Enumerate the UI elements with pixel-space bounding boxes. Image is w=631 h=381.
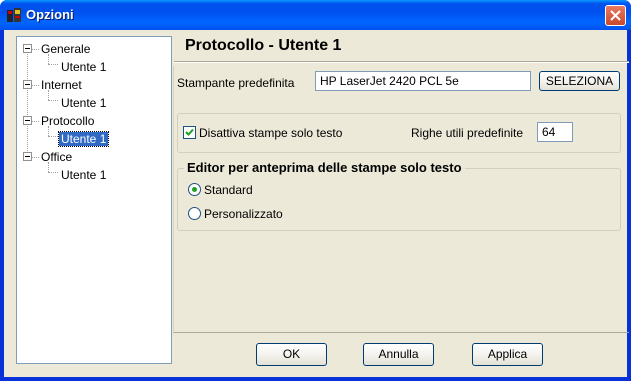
tree-item-label: Utente 1	[61, 60, 107, 74]
tree-item-label: Generale	[41, 42, 91, 56]
tree-item-label: Utente 1	[61, 96, 107, 110]
tree-connector	[48, 136, 58, 137]
tree-connector	[31, 49, 39, 50]
cancel-button[interactable]: Annulla	[363, 343, 434, 366]
checkmark-icon	[185, 128, 194, 136]
collapse-icon[interactable]	[23, 44, 32, 53]
disable-text-print-label[interactable]: Disattiva stampe solo testo	[199, 126, 342, 140]
collapse-icon[interactable]	[23, 80, 32, 89]
title-bar[interactable]: Opzioni	[0, 0, 631, 30]
tree-connector	[48, 64, 58, 65]
radio-personalizzato-label[interactable]: Personalizzato	[204, 207, 283, 221]
tree-item-label: Office	[41, 150, 73, 164]
tree-item-office-utente[interactable]: Utente 1	[59, 167, 108, 183]
tree-connector	[31, 85, 39, 86]
app-icon	[7, 8, 21, 22]
editor-group-title: Editor per anteprima delle stampe solo t…	[184, 160, 465, 175]
apply-button[interactable]: Applica	[472, 343, 543, 366]
lines-field[interactable]: 64	[537, 122, 573, 142]
window-title: Opzioni	[26, 7, 74, 22]
lines-label: Righe utili predefinite	[411, 126, 524, 140]
tree-connector	[31, 121, 39, 122]
tree-item-internet-utente[interactable]: Utente 1	[59, 95, 108, 111]
collapse-icon[interactable]	[23, 116, 32, 125]
tree-item-internet[interactable]: Internet	[39, 77, 84, 93]
tree-item-generale[interactable]: Generale	[39, 41, 92, 57]
tree-item-generale-utente[interactable]: Utente 1	[59, 59, 108, 75]
radio-standard-label[interactable]: Standard	[204, 183, 253, 197]
tree-connector	[48, 172, 58, 173]
tree-item-office[interactable]: Office	[39, 149, 74, 165]
tree-item-label: Protocollo	[41, 114, 95, 128]
editor-group	[177, 168, 621, 231]
close-button[interactable]	[605, 5, 626, 26]
panel-divider	[173, 66, 174, 334]
title-divider	[174, 61, 629, 62]
printer-label: Stampante predefinita	[177, 76, 295, 90]
options-tree[interactable]: Generale Utente 1 Internet Utente 1 Prot…	[16, 36, 172, 364]
tree-connector	[48, 100, 58, 101]
tree-item-protocollo[interactable]: Protocollo	[39, 113, 96, 129]
tree-item-label: Internet	[41, 78, 82, 92]
page-title: Protocollo - Utente 1	[185, 37, 342, 54]
disable-text-print-checkbox[interactable]	[183, 126, 196, 139]
select-printer-button[interactable]: SELEZIONA	[539, 71, 620, 91]
close-icon	[610, 10, 621, 21]
radio-standard[interactable]	[188, 183, 201, 196]
printer-field[interactable]: HP LaserJet 2420 PCL 5e	[315, 71, 531, 91]
dialog-client-area: Generale Utente 1 Internet Utente 1 Prot…	[4, 30, 629, 377]
button-bar-divider	[174, 332, 629, 333]
ok-button[interactable]: OK	[256, 343, 327, 366]
radio-personalizzato[interactable]	[188, 207, 201, 220]
dialog-window: Opzioni Generale Utente 1 Internet Utent…	[0, 0, 631, 381]
tree-item-label-selected: Utente 1	[57, 131, 110, 147]
tree-connector	[31, 157, 39, 158]
tree-connector	[27, 49, 28, 157]
tree-item-label: Utente 1	[61, 168, 107, 182]
collapse-icon[interactable]	[23, 152, 32, 161]
tree-item-protocollo-utente[interactable]: Utente 1	[57, 131, 110, 147]
